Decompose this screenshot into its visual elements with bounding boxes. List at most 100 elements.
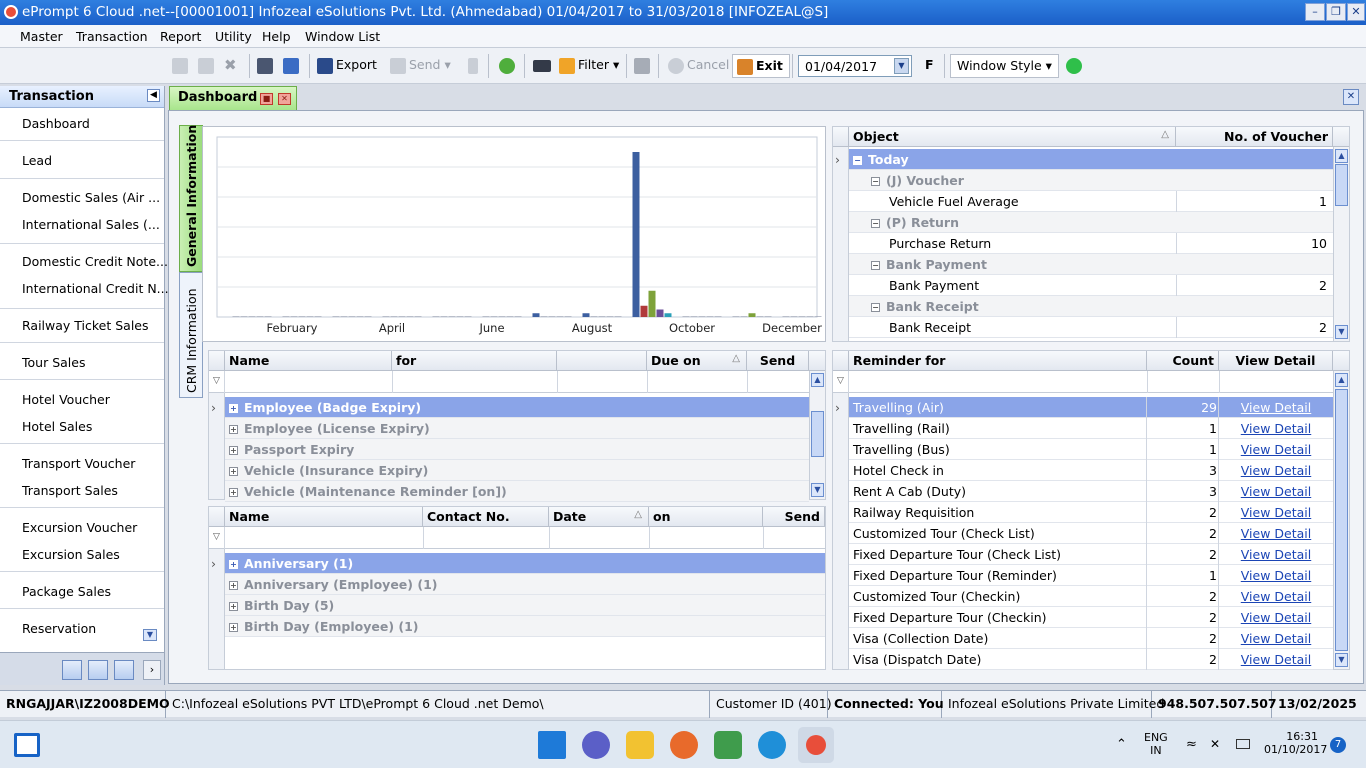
sidebar-scroll-down-icon[interactable]: ▼: [143, 629, 157, 641]
table-row[interactable]: Visa (Collection Date) 2 View Detail: [849, 628, 1333, 649]
table-row[interactable]: Customized Tour (Check List) 2 View Detail: [849, 523, 1333, 544]
sidebar-item-lead[interactable]: Lead: [22, 153, 52, 168]
sidebar-item-excursion-voucher[interactable]: Excursion Voucher: [22, 520, 137, 535]
sidebar-item-international-credit-note[interactable]: International Credit N...: [22, 281, 169, 296]
battery-icon[interactable]: [1236, 739, 1250, 749]
scroll-thumb[interactable]: [811, 411, 824, 457]
chevron-up-icon[interactable]: ⌃: [1116, 737, 1127, 752]
table-row[interactable]: − (P) Return: [849, 212, 1333, 233]
filter-row[interactable]: ▽: [833, 371, 1333, 393]
sidebar-item-hotel-voucher[interactable]: Hotel Voucher: [22, 392, 110, 407]
sidebar-item-railway-ticket-sales[interactable]: Railway Ticket Sales: [22, 318, 149, 333]
column-name[interactable]: Name: [225, 351, 392, 371]
column-contact-no[interactable]: Contact No.: [423, 507, 549, 527]
view-detail-link[interactable]: View Detail: [1219, 652, 1333, 667]
view-detail-link[interactable]: View Detail: [1219, 421, 1333, 436]
sidebar-item-hotel-sales[interactable]: Hotel Sales: [22, 419, 92, 434]
whatsapp-button[interactable]: [1066, 54, 1085, 78]
filter-row[interactable]: ▽: [209, 527, 825, 549]
search-button[interactable]: [533, 54, 554, 78]
restore-button[interactable]: ❐: [1326, 3, 1346, 21]
task-view-icon[interactable]: [14, 733, 40, 757]
wifi-icon[interactable]: ≈: [1186, 737, 1197, 752]
expand-icon[interactable]: +: [229, 446, 238, 455]
menu-transaction[interactable]: Transaction: [76, 29, 148, 44]
view-detail-link[interactable]: View Detail: [1219, 589, 1333, 604]
table-row[interactable]: + Anniversary (1) ›: [211, 553, 825, 574]
export-button[interactable]: Export: [317, 54, 377, 78]
expand-icon[interactable]: +: [229, 488, 238, 497]
save-button[interactable]: [634, 54, 653, 78]
view-detail-link[interactable]: View Detail: [1219, 568, 1333, 583]
view-detail-link[interactable]: View Detail: [1219, 442, 1333, 457]
table-row[interactable]: Travelling (Rail) 1 View Detail: [849, 418, 1333, 439]
table-row[interactable]: Hotel Check in 3 View Detail: [849, 460, 1333, 481]
expand-icon[interactable]: +: [229, 602, 238, 611]
notification-badge[interactable]: 7: [1330, 737, 1346, 753]
expand-icon[interactable]: +: [229, 425, 238, 434]
expand-icon[interactable]: +: [229, 404, 238, 413]
scroll-thumb[interactable]: [1335, 164, 1348, 206]
scroll-down-icon[interactable]: ▼: [1335, 325, 1348, 339]
filter-row[interactable]: ▽: [209, 371, 809, 393]
preview-button[interactable]: [283, 54, 302, 78]
language-indicator[interactable]: ENG IN: [1144, 731, 1168, 757]
table-row[interactable]: Fixed Departure Tour (Check List) 2 View D…: [849, 544, 1333, 565]
column-blank[interactable]: [557, 351, 647, 371]
scroll-up-icon[interactable]: ▲: [1335, 373, 1348, 387]
print-button[interactable]: [257, 54, 276, 78]
reminder-grid-scrollbar[interactable]: ▲ ▼: [1333, 371, 1349, 669]
sidebar-item-transport-sales[interactable]: Transport Sales: [22, 483, 118, 498]
close-button[interactable]: ✕: [1347, 3, 1365, 21]
teams-icon[interactable]: [582, 731, 610, 759]
table-row[interactable]: + Employee (Badge Expiry) ›: [211, 397, 809, 418]
collapse-sidebar-icon[interactable]: ◀: [147, 89, 160, 102]
cancel-button[interactable]: Cancel: [668, 54, 729, 78]
table-row[interactable]: + Employee (License Expiry): [225, 418, 809, 439]
tab-pin-icon[interactable]: ■: [260, 93, 273, 105]
tab-close-icon[interactable]: ✕: [278, 93, 291, 105]
scroll-up-icon[interactable]: ▲: [811, 373, 824, 387]
exit-button[interactable]: Exit: [732, 54, 790, 78]
column-no-of-voucher[interactable]: No. of Voucher: [1176, 127, 1333, 147]
menu-utility[interactable]: Utility: [215, 29, 252, 44]
date-input[interactable]: 01/04/2017 ▼: [798, 55, 912, 77]
expand-icon[interactable]: +: [229, 581, 238, 590]
window-style-dropdown[interactable]: Window Style ▾: [950, 54, 1059, 78]
column-send[interactable]: Send: [747, 351, 809, 371]
column-name[interactable]: Name: [225, 507, 423, 527]
menu-report[interactable]: Report: [160, 29, 201, 44]
object-grid-scrollbar[interactable]: ▲ ▼: [1333, 147, 1349, 341]
column-due-on[interactable]: Due on △: [647, 351, 747, 371]
table-row[interactable]: Travelling (Air) 29 View Detail ›: [835, 397, 1333, 418]
table-row[interactable]: − Bank Receipt: [849, 296, 1333, 317]
sidebar-item-package-sales[interactable]: Package Sales: [22, 584, 111, 599]
table-row[interactable]: Purchase Return 10: [849, 233, 1333, 254]
edit-button[interactable]: [198, 54, 217, 78]
table-row[interactable]: − (J) Voucher: [849, 170, 1333, 191]
table-row[interactable]: Fixed Departure Tour (Checkin) 2 View Deta…: [849, 607, 1333, 628]
firefox-icon[interactable]: [670, 731, 698, 759]
tab-general-information[interactable]: General Information: [179, 125, 203, 272]
edge-icon[interactable]: [758, 731, 786, 759]
expand-icon[interactable]: −: [853, 156, 862, 165]
eprompt-taskbar-button[interactable]: [798, 727, 834, 763]
column-send[interactable]: Send: [763, 507, 825, 527]
scroll-thumb[interactable]: [1335, 389, 1348, 651]
table-row[interactable]: Customized Tour (Checkin) 2 View Detail: [849, 586, 1333, 607]
start-icon[interactable]: [538, 731, 566, 759]
date-dropdown-icon[interactable]: ▼: [894, 58, 909, 74]
column-on[interactable]: on: [649, 507, 763, 527]
filter-button[interactable]: Filter ▾: [559, 54, 619, 78]
view-detail-link[interactable]: View Detail: [1219, 631, 1333, 646]
window-arrange-button[interactable]: [114, 660, 134, 680]
table-row[interactable]: Travelling (Bus) 1 View Detail: [849, 439, 1333, 460]
sidebar-item-domestic-credit-note[interactable]: Domestic Credit Note...: [22, 254, 168, 269]
calculator-button[interactable]: [468, 54, 481, 78]
table-row[interactable]: + Anniversary (Employee) (1): [225, 574, 825, 595]
tab-crm-information[interactable]: CRM Information: [179, 272, 203, 398]
table-row[interactable]: + Passport Expiry: [225, 439, 809, 460]
table-row[interactable]: + Vehicle (Maintenance Reminder [on]): [225, 481, 809, 502]
column-reminder-for[interactable]: Reminder for: [849, 351, 1147, 371]
file-explorer-icon[interactable]: [626, 731, 654, 759]
